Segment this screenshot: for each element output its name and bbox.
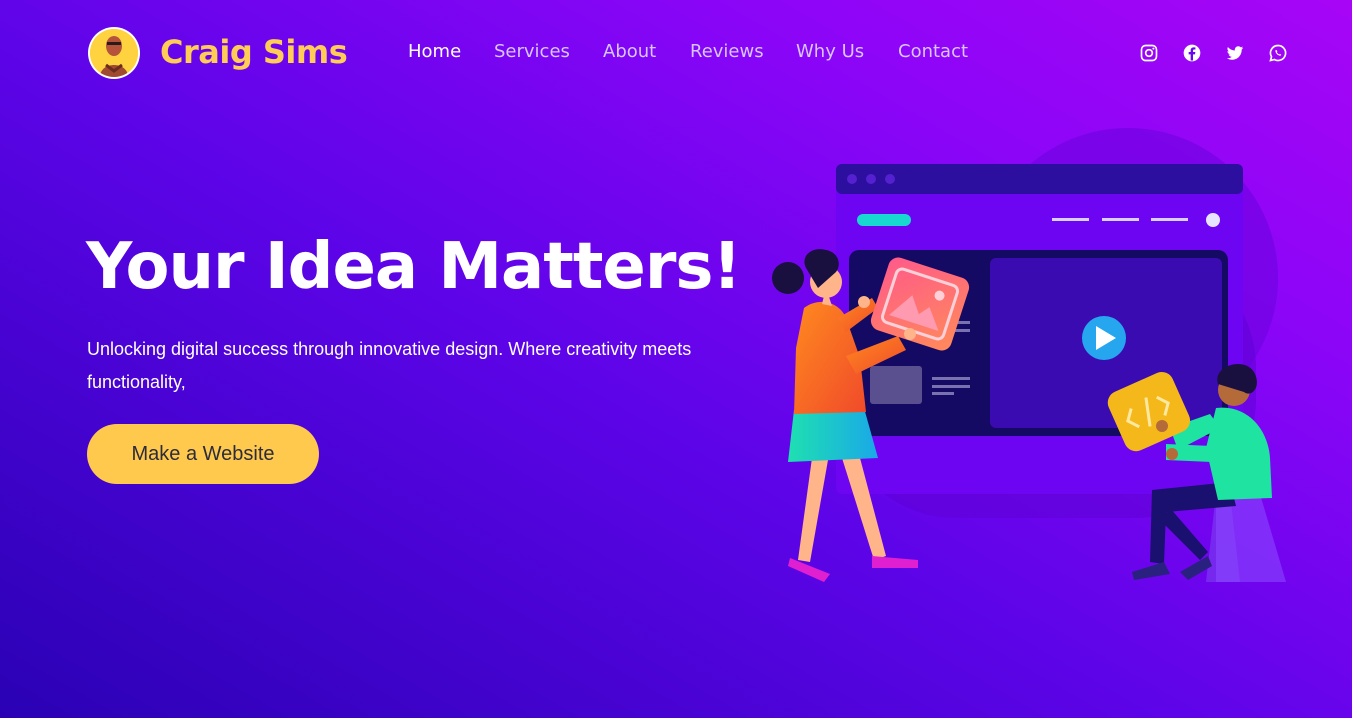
twitter-icon <box>1226 46 1244 60</box>
hero-illustration <box>772 128 1286 582</box>
nav-why-us[interactable]: Why Us <box>796 41 864 62</box>
nav-reviews[interactable]: Reviews <box>690 41 764 62</box>
facebook-link[interactable] <box>1182 43 1202 63</box>
twitter-link[interactable] <box>1225 43 1245 63</box>
nav-services[interactable]: Services <box>494 41 570 62</box>
nav-about[interactable]: About <box>603 41 656 62</box>
hero-subtitle: Unlocking digital success through innova… <box>87 339 692 392</box>
nav-contact[interactable]: Contact <box>898 41 968 62</box>
browser-titlebar <box>836 164 1243 194</box>
instagram-icon <box>1140 44 1158 62</box>
brand-avatar[interactable] <box>90 29 138 77</box>
whatsapp-icon <box>1269 44 1287 62</box>
nav-home[interactable]: Home <box>408 41 461 62</box>
facebook-icon <box>1183 44 1201 62</box>
site-header: Craig Sims Home Services About Reviews W… <box>0 0 1352 108</box>
brand-name[interactable]: Craig Sims <box>160 33 348 71</box>
person-avatar-icon <box>90 29 138 77</box>
make-website-button[interactable]: Make a Website <box>87 424 319 484</box>
whatsapp-link[interactable] <box>1268 43 1288 63</box>
instagram-link[interactable] <box>1139 43 1159 63</box>
hero-title: Your Idea Matters! <box>86 230 742 304</box>
